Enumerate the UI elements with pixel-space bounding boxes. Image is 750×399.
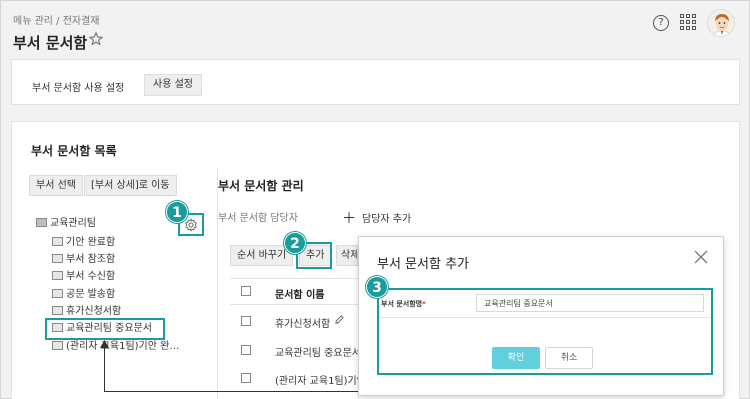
mailbox-icon bbox=[52, 253, 63, 263]
apps-grid-icon[interactable] bbox=[680, 14, 697, 31]
modal-title: 부서 문서함 추가 bbox=[377, 257, 469, 272]
avatar[interactable] bbox=[707, 9, 735, 37]
help-icon[interactable]: ? bbox=[653, 15, 669, 31]
select-all-checkbox[interactable] bbox=[241, 286, 251, 296]
settings-card: 부서 문서함 사용 설정 사용 설정 bbox=[11, 59, 740, 105]
panel-divider bbox=[217, 168, 218, 399]
table-header-top-line bbox=[230, 278, 358, 279]
table-row[interactable]: 교육관리팀 중요문서 bbox=[275, 344, 358, 359]
tree-item[interactable]: 휴가신청서함 bbox=[52, 305, 121, 319]
mailbox-icon bbox=[52, 236, 63, 246]
owner-label: 부서 문서함 담당자 bbox=[218, 213, 298, 224]
plus-icon: ＋ bbox=[342, 211, 356, 227]
tree-root[interactable]: 교육관리팀 bbox=[36, 217, 96, 231]
folder-name-input[interactable] bbox=[476, 294, 704, 312]
delete-button[interactable]: 삭제 bbox=[336, 245, 358, 266]
list-card-title: 부서 문서함 목록 bbox=[31, 144, 117, 158]
arrow-head-icon bbox=[100, 340, 109, 348]
mailbox-icon bbox=[52, 270, 63, 280]
step-badge-1: 1 bbox=[166, 201, 188, 223]
dept-select-button[interactable]: 부서 선택 bbox=[29, 175, 83, 196]
confirm-button[interactable]: 확인 bbox=[492, 347, 540, 369]
mailbox-icon bbox=[52, 340, 63, 350]
add-owner-button[interactable]: ＋ 담당자 추가 bbox=[342, 207, 411, 227]
page-title: 부서 문서함 bbox=[13, 34, 88, 52]
new-item-highlight bbox=[45, 318, 165, 340]
tree-item[interactable]: 공문 발송함 bbox=[52, 288, 115, 302]
favorite-star-icon[interactable] bbox=[88, 31, 104, 47]
dept-detail-button[interactable]: [부서 상세]로 이동 bbox=[84, 175, 177, 196]
step-badge-2: 2 bbox=[284, 232, 306, 254]
row-checkbox[interactable] bbox=[241, 316, 251, 326]
gear-icon[interactable] bbox=[184, 218, 198, 232]
settings-label: 부서 문서함 사용 설정 bbox=[32, 83, 125, 94]
cancel-button[interactable]: 취소 bbox=[545, 347, 593, 369]
row-checkbox[interactable] bbox=[241, 345, 251, 355]
annotation-arrow-line bbox=[104, 346, 105, 392]
tree-item[interactable]: 부서 수신함 bbox=[52, 270, 115, 284]
field-divider bbox=[379, 317, 710, 318]
tree-item[interactable]: 기안 완료함 bbox=[52, 236, 115, 250]
close-icon[interactable] bbox=[693, 249, 709, 265]
table-row[interactable]: 휴가신청서함 bbox=[275, 315, 330, 330]
manage-title: 부서 문서함 관리 bbox=[218, 179, 304, 193]
use-settings-button[interactable]: 사용 설정 bbox=[144, 74, 202, 96]
mailbox-icon bbox=[52, 305, 63, 315]
table-header-bottom-line bbox=[230, 304, 358, 305]
tree-item[interactable]: (관리자 교육1팀)기안 완… bbox=[52, 340, 179, 354]
row-checkbox[interactable] bbox=[241, 373, 251, 383]
tree-root-label: 교육관리팀 bbox=[50, 218, 96, 229]
required-mark: * bbox=[422, 300, 426, 308]
folder-icon bbox=[36, 217, 47, 227]
edit-pencil-icon[interactable] bbox=[334, 314, 345, 325]
mailbox-icon bbox=[52, 288, 63, 298]
table-row[interactable]: (관리자 교육1팀)기안 bbox=[275, 372, 358, 387]
folder-name-label: 부서 문서함명* bbox=[381, 300, 426, 308]
tree-item[interactable]: 부서 참조함 bbox=[52, 253, 115, 267]
reorder-button[interactable]: 순서 바꾸기 bbox=[230, 245, 294, 266]
breadcrumb: 메뉴 관리 / 전자결재 bbox=[13, 16, 100, 27]
step-badge-3: 3 bbox=[366, 276, 388, 298]
add-folder-modal: 부서 문서함 추가 부서 문서함명* 확인 취소 bbox=[358, 236, 724, 396]
column-name-header: 문서함 이름 bbox=[275, 290, 325, 301]
